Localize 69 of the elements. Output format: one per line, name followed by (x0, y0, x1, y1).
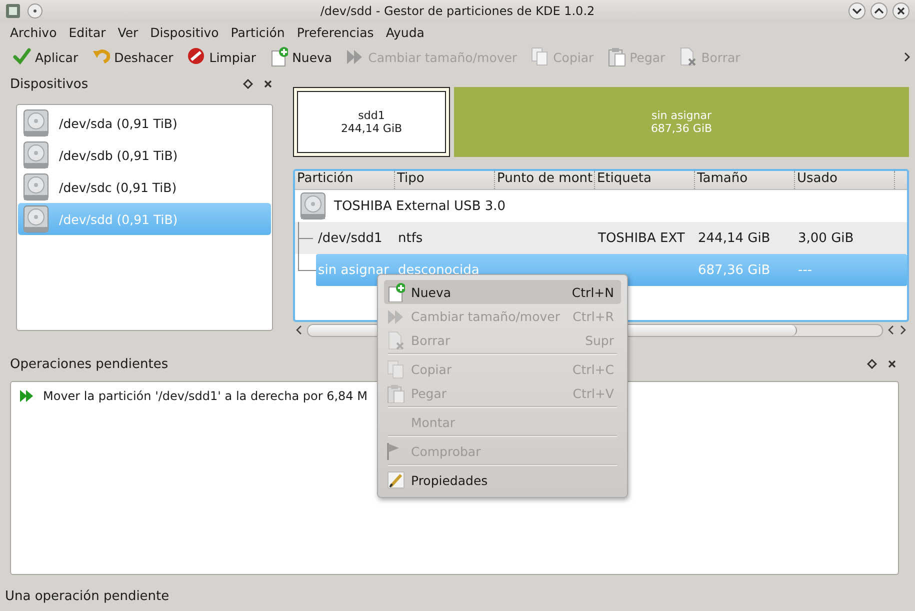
segment-name: sin asignar (651, 109, 712, 122)
menu-item[interactable]: Propiedades (384, 468, 621, 492)
column-header[interactable]: Punto de mont (495, 171, 595, 189)
table-cell-text: 3,00 GiB (797, 230, 855, 246)
column-header[interactable]: Tipo (395, 171, 495, 189)
segment-size: 687,36 GiB (650, 122, 712, 135)
new-document-icon (270, 47, 288, 67)
table-cell-text: 244,14 GiB (697, 230, 772, 246)
check-icon (13, 47, 31, 67)
pencil-icon (387, 470, 405, 490)
delete-document-icon (387, 330, 405, 350)
chevron-right-icon[interactable] (903, 52, 911, 62)
device-item[interactable]: /dev/sdc (0,91 TiB) (18, 171, 272, 203)
no-entry-icon (187, 47, 206, 67)
table-cell-text: TOSHIBA EXT (597, 230, 686, 246)
menu-dot-icon[interactable] (27, 3, 43, 19)
close-icon[interactable] (263, 79, 274, 89)
status-text: Una operación pendiente (5, 588, 170, 604)
table-cell-text: sin asignar (317, 262, 390, 278)
delete-document-icon (679, 47, 698, 67)
panel-title: Dispositivos (9, 76, 88, 92)
device-item[interactable]: /dev/sdb (0,91 TiB) (18, 139, 272, 171)
window-title: /dev/sdd - Gestor de particiones de KDE 1.0.2 (319, 4, 596, 18)
menu-item[interactable]: Dispositivo (144, 25, 225, 40)
maximize-icon[interactable] (870, 2, 888, 20)
column-header[interactable]: Usado (795, 171, 895, 189)
table-cell-text: desconocida (397, 262, 480, 278)
toolbar-button[interactable]: Limpiar (182, 45, 262, 69)
table-cell-text: ntfs (397, 230, 424, 246)
double-arrow-icon (19, 388, 35, 404)
scroll-right-icon[interactable] (899, 325, 907, 335)
column-header[interactable]: Tamaño (695, 171, 795, 189)
menu-item[interactable]: Partición (224, 25, 291, 40)
menu-item[interactable]: Nueva Ctrl+N (384, 280, 621, 304)
table-cell-text: 687,36 GiB (697, 262, 772, 278)
scroll-left-icon[interactable] (887, 325, 895, 335)
close-icon[interactable] (892, 2, 910, 20)
toolbar-button[interactable]: Deshacer (87, 45, 178, 69)
clipboard-icon (608, 47, 626, 67)
float-icon[interactable] (243, 79, 254, 89)
column-header[interactable]: Partición (295, 171, 395, 189)
segment-size: 244,14 GiB (340, 122, 402, 135)
float-icon[interactable] (867, 359, 877, 369)
double-arrow-icon (346, 47, 364, 67)
menu-item[interactable]: Editar (62, 25, 112, 40)
table-cell-text: --- (797, 262, 814, 278)
toolbar-button[interactable]: Nueva (265, 45, 338, 69)
new-document-icon (387, 282, 405, 302)
menu-item[interactable]: Archivo (4, 25, 63, 40)
table-cell: TOSHIBA External USB 3.0 (334, 198, 506, 214)
operation-item: Mover la partición '/dev/sdd1' a la derecha por 6,84 M (43, 389, 368, 403)
panel-title: Operaciones pendientes (9, 356, 168, 372)
menu-item[interactable]: Preferencias (290, 25, 380, 40)
toolbar-button[interactable]: Aplicar (8, 45, 84, 69)
close-icon[interactable] (887, 359, 897, 369)
column-header[interactable]: Etiqueta (595, 171, 695, 189)
device-item[interactable]: /dev/sda (0,91 TiB) (18, 107, 272, 139)
menu-item[interactable]: Ver (112, 25, 144, 40)
partition-block[interactable]: sdd1 244,14 GiB (293, 87, 450, 157)
minimize-icon[interactable] (848, 2, 866, 20)
segment-name: sdd1 (358, 109, 385, 122)
clipboard-icon (387, 384, 405, 402)
table-cell-text: /dev/sdd1 (317, 230, 384, 246)
copy-icon (531, 47, 550, 67)
menu-item[interactable]: Ayuda (380, 25, 430, 40)
scroll-left-icon[interactable] (295, 325, 303, 335)
copy-icon (387, 360, 405, 378)
app-icon (5, 3, 21, 19)
flag-icon (387, 442, 399, 460)
